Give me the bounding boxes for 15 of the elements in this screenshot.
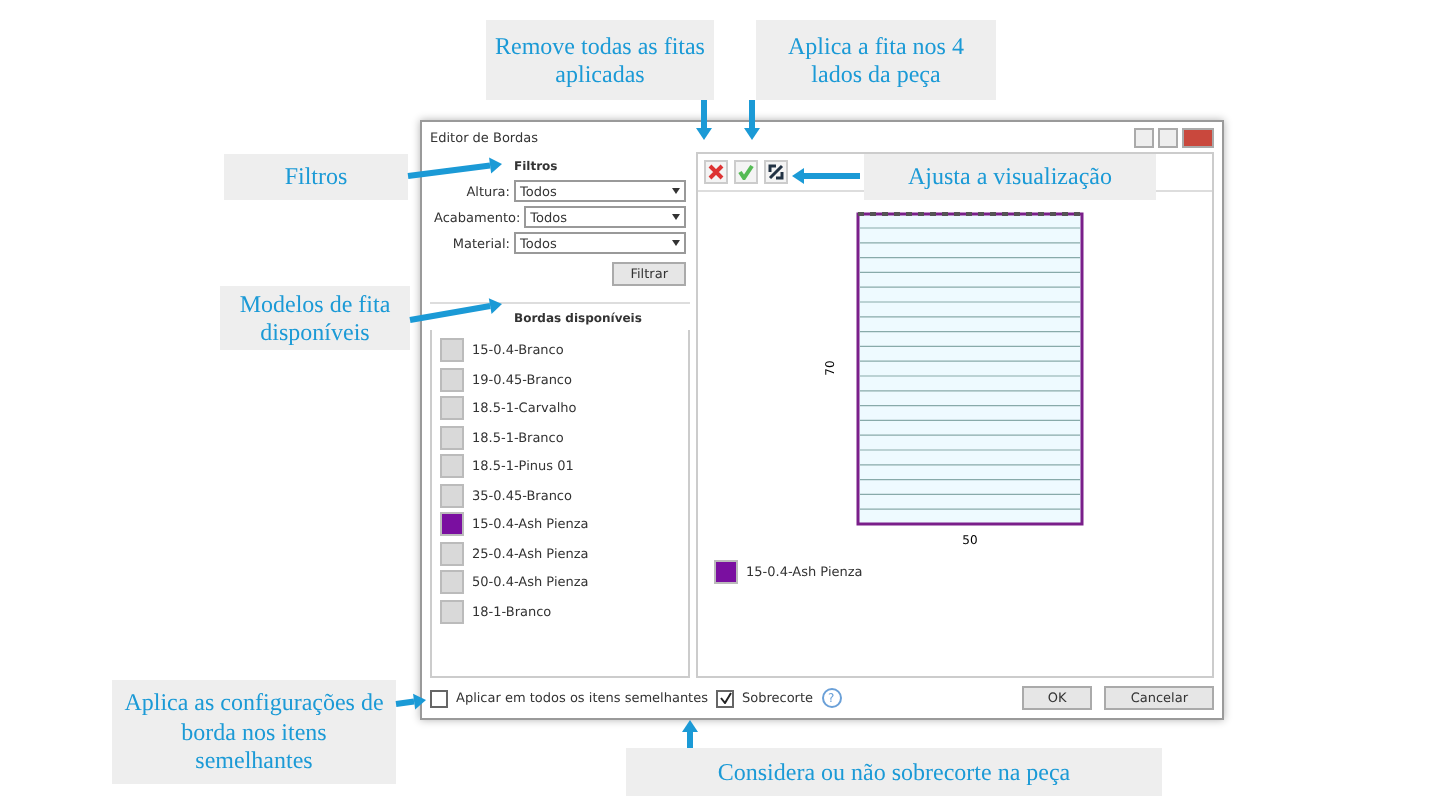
fit-view-button[interactable] <box>764 160 788 184</box>
callout-label: Filtros <box>224 154 408 200</box>
callout-label: Modelos de fita disponíveis <box>220 286 410 350</box>
caret-icon <box>672 240 680 246</box>
checkbox[interactable] <box>430 689 448 707</box>
callout-label: Considera ou não sobrecorte na peça <box>626 748 1162 796</box>
callout-label: Remove todas as fitas aplicadas <box>486 20 714 100</box>
callout-label: Aplica as configurações de borda nos itens semelhantes <box>112 680 396 784</box>
caret-icon <box>672 214 680 220</box>
callout-label: Aplica a fita nos 4 lados da peça <box>756 20 996 100</box>
checkbox[interactable] <box>716 689 734 707</box>
remove-button[interactable] <box>704 160 728 184</box>
callout-label: Ajusta a visualização <box>864 154 1156 200</box>
close-button[interactable] <box>1182 127 1214 147</box>
caret-icon <box>672 188 680 194</box>
